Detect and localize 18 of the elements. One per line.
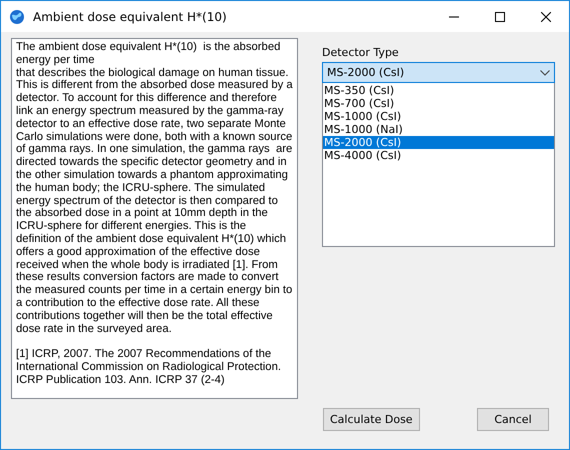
caret-icon — [540, 70, 550, 76]
description-text-area[interactable] — [11, 38, 298, 399]
dropdown-option[interactable]: MS-1000 (CsI) — [323, 110, 554, 123]
detector-type-label: Detector Type — [322, 46, 400, 59]
globe-icon — [9, 8, 25, 24]
calculate-dose-button[interactable]: Calculate Dose — [323, 408, 420, 431]
window-title: Ambient dose equivalent H*(10) — [33, 10, 228, 24]
dropdown-option[interactable]: MS-350 (CsI) — [323, 84, 554, 97]
close-icon — [541, 12, 551, 22]
dropdown-option[interactable]: MS-4000 (CsI) — [323, 149, 554, 162]
detector-type-dropdown[interactable]: MS-2000 (CsI) — [322, 62, 555, 83]
dropdown-option[interactable]: MS-1000 (NaI) — [323, 123, 554, 136]
dropdown-option[interactable]: MS-2000 (CsI) — [323, 136, 554, 149]
cancel-button[interactable]: Cancel — [477, 408, 549, 431]
description-paragraph: [1] ICRP, 2007. The 2007 Recommendations of the International Commission on Radiological Protection. ICRP Publication 103. Ann. ICRP 37 (2-4) — [16, 348, 282, 387]
description-paragraph: that describes the biological damage on human tissue. This is different from the absorbed dose measured by a detector. To account for this difference and therefore link an energy spectrum measured by the gamma-ray detector to an effective dose rate, two separate Monte Carlo simulations were done, both with a known source of gamma rays. In one simulation, the gamma rays are directed towards the specific detector geometry and in the other simulation towards a phantom approximating the human body; the ICRU-sphere. The simulated energy spectrum of the detector is then compared to the absorbed dose in a point at 10mm depth in the ICRU-sphere for different energies. This is the definition of the ambient dose equivalent H*(10) which offers a good approximation of the effective dose received when the whole body is irradiated [1]. From these results conversion factors are made to convert the measured counts per time in a certain energy bin to a contribution to the effective dose rate. All these contributions together will then be the total effective dose rate in the surveyed area. — [16, 66, 293, 336]
maximize-icon — [495, 12, 505, 22]
dropdown-option[interactable]: MS-700 (CsI) — [323, 97, 554, 110]
